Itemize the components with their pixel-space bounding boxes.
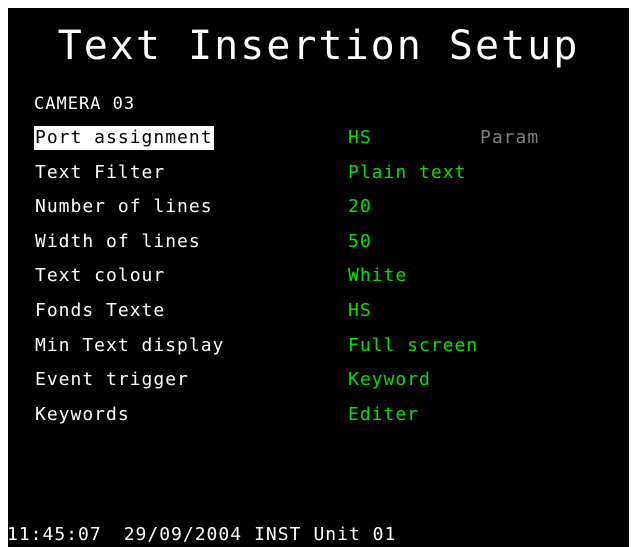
menu-label[interactable]: Width of lines <box>34 230 202 254</box>
menu-label[interactable]: Keywords <box>34 403 131 427</box>
status-time: 11:45:07 <box>8 524 102 545</box>
menu-row-min-text-display[interactable]: Min Text display Full screen <box>34 334 614 369</box>
menu-row-port-assignment[interactable]: Port assignment HS Param <box>34 126 614 161</box>
menu-row-text-colour[interactable]: Text colour White <box>34 264 614 299</box>
menu-label[interactable]: Text colour <box>34 264 166 288</box>
status-mode: INST <box>254 524 302 545</box>
menu-value[interactable]: Keyword <box>348 368 431 392</box>
menu-value[interactable]: Plain text <box>348 161 466 185</box>
menu-row-width-of-lines[interactable]: Width of lines 50 <box>34 230 614 265</box>
menu-value[interactable]: Editer <box>348 403 419 427</box>
menu-row-fonds-texte[interactable]: Fonds Texte HS <box>34 299 614 334</box>
status-unit: Unit 01 <box>313 524 397 545</box>
menu-label[interactable]: Event trigger <box>34 368 190 392</box>
menu-value[interactable]: Full screen <box>348 334 478 358</box>
menu-value[interactable]: HS <box>348 126 372 150</box>
camera-label: CAMERA 03 <box>34 94 136 114</box>
status-date: 29/09/2004 <box>123 524 243 545</box>
menu-row-text-filter[interactable]: Text Filter Plain text <box>34 161 614 196</box>
menu-label[interactable]: Fonds Texte <box>34 299 166 323</box>
menu-value[interactable]: HS <box>348 299 372 323</box>
menu-value[interactable]: 20 <box>348 195 372 219</box>
menu-value[interactable]: 50 <box>348 230 372 254</box>
menu-label[interactable]: Min Text display <box>34 334 225 358</box>
menu-row-keywords[interactable]: Keywords Editer <box>34 403 614 438</box>
menu-label[interactable]: Port assignment <box>34 126 214 150</box>
param-option: Param <box>480 127 540 148</box>
osd-screen: Text Insertion Setup CAMERA 03 Port assi… <box>8 8 629 547</box>
menu-value[interactable]: White <box>348 264 407 288</box>
page-title: Text Insertion Setup <box>57 23 580 69</box>
menu-label[interactable]: Number of lines <box>34 195 214 219</box>
menu-label[interactable]: Text Filter <box>34 161 166 185</box>
menu-row-event-trigger[interactable]: Event trigger Keyword <box>34 368 614 403</box>
status-bar: 11:45:07 29/09/2004 INST Unit 01 <box>8 523 418 547</box>
settings-menu: Port assignment HS Param Text Filter Pla… <box>34 126 614 437</box>
menu-row-number-of-lines[interactable]: Number of lines 20 <box>34 195 614 230</box>
